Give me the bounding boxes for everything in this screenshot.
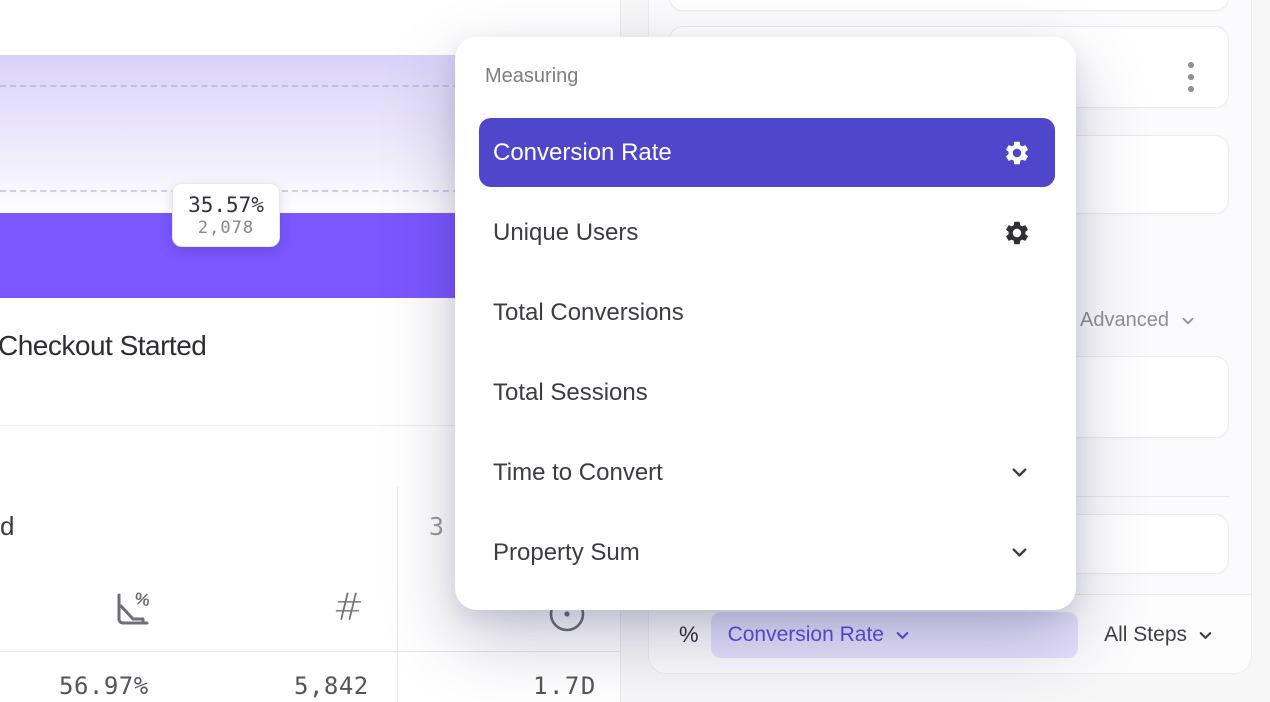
count-icon: # xyxy=(333,586,364,629)
chevron-down-icon xyxy=(1008,541,1031,564)
steps-selector-label: All Steps xyxy=(1104,623,1187,647)
metric-type-symbol: % xyxy=(679,622,699,648)
prev-step-name-fragment: d xyxy=(0,511,14,542)
measuring-menu: Measuring Conversion Rate Unique Users T… xyxy=(455,37,1076,610)
steps-selector[interactable]: All Steps xyxy=(1104,623,1252,647)
tooltip-rate: 35.57% xyxy=(188,193,264,217)
chevron-down-icon xyxy=(1196,626,1215,645)
next-step-number: 3 xyxy=(429,512,444,541)
menu-item-label: Property Sum xyxy=(493,539,640,567)
metric-value-conversion-rate: 56.97% xyxy=(59,672,149,700)
step-title: Checkout Started xyxy=(0,330,206,362)
measuring-menu-heading: Measuring xyxy=(485,65,578,88)
advanced-label: Advanced xyxy=(1080,309,1169,332)
column-divider xyxy=(397,487,398,702)
menu-item-property-sum[interactable]: Property Sum xyxy=(479,518,1055,587)
conversion-rate-icon: % xyxy=(110,588,154,632)
menu-item-label: Time to Convert xyxy=(493,459,663,487)
advanced-toggle[interactable]: Advanced xyxy=(1080,309,1197,332)
menu-item-label: Total Sessions xyxy=(493,379,648,407)
gear-icon[interactable] xyxy=(1003,219,1031,247)
divider xyxy=(0,651,620,652)
metric-value-count: 5,842 xyxy=(294,672,369,700)
chevron-down-icon xyxy=(1179,312,1197,330)
kebab-menu-icon[interactable] xyxy=(1183,57,1199,97)
tooltip-count: 2,078 xyxy=(198,218,254,238)
menu-item-unique-users[interactable]: Unique Users xyxy=(479,198,1055,267)
menu-item-total-sessions[interactable]: Total Sessions xyxy=(479,358,1055,427)
svg-text:%: % xyxy=(133,589,151,610)
menu-item-conversion-rate[interactable]: Conversion Rate xyxy=(479,118,1055,187)
chevron-down-icon xyxy=(1008,461,1031,484)
menu-item-label: Unique Users xyxy=(493,219,638,247)
funnel-tooltip: 35.57% 2,078 xyxy=(172,183,280,247)
menu-item-label: Conversion Rate xyxy=(493,139,672,167)
query-card xyxy=(669,0,1229,11)
menu-item-label: Total Conversions xyxy=(493,299,684,327)
measuring-chip-label: Conversion Rate xyxy=(728,623,884,647)
metric-value-time: 1.7D xyxy=(533,672,597,700)
menu-item-time-to-convert[interactable]: Time to Convert xyxy=(479,438,1055,507)
chevron-down-icon xyxy=(893,626,912,645)
measuring-chip[interactable]: Conversion Rate xyxy=(711,612,1078,658)
gear-icon[interactable] xyxy=(1003,139,1031,167)
menu-item-total-conversions[interactable]: Total Conversions xyxy=(479,278,1055,347)
